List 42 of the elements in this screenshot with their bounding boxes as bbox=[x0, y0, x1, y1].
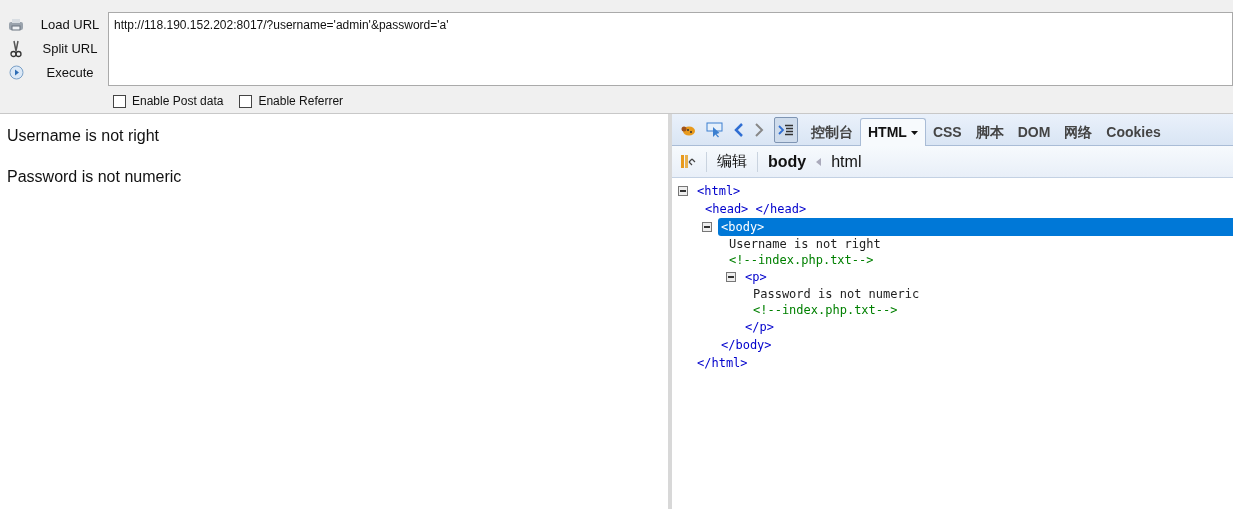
breadcrumb[interactable]: html bbox=[831, 149, 862, 174]
devtools-tab[interactable]: 脚本 bbox=[968, 119, 1011, 145]
collapse-icon[interactable] bbox=[702, 222, 712, 232]
html-closing-tag: </body> bbox=[718, 338, 775, 352]
devtools-tab[interactable]: DOM bbox=[1010, 119, 1058, 145]
action-button[interactable]: Load URL bbox=[8, 14, 108, 35]
html-tag[interactable]: <html> bbox=[694, 182, 744, 200]
page-text: Username is not right bbox=[7, 126, 161, 146]
edit-button[interactable]: 编辑 bbox=[717, 150, 747, 173]
bracket-icon[interactable] bbox=[680, 153, 696, 170]
checkbox-label: Enable Referrer bbox=[258, 93, 344, 110]
action-button[interactable]: Split URL bbox=[8, 38, 108, 59]
collapse-icon[interactable] bbox=[678, 186, 688, 196]
devtools-tab[interactable]: 控制台 bbox=[804, 119, 860, 145]
inspect-icon[interactable] bbox=[706, 122, 724, 138]
printer-icon bbox=[8, 17, 24, 32]
checkbox[interactable] bbox=[239, 94, 253, 108]
devtools-tab[interactable]: CSS bbox=[925, 119, 969, 145]
back-icon[interactable] bbox=[734, 123, 744, 137]
breadcrumb[interactable]: body bbox=[768, 149, 807, 174]
comment-text: <!--index.php.txt--> bbox=[752, 303, 899, 317]
text-content: Username is not right bbox=[728, 237, 882, 251]
action-button[interactable]: Execute bbox=[8, 62, 108, 83]
checkbox[interactable] bbox=[113, 94, 126, 108]
play-icon bbox=[8, 65, 24, 80]
html-tag[interactable]: <p> bbox=[742, 268, 770, 286]
html-closing-tag: </p> bbox=[742, 320, 777, 334]
html-closing-tag: </html> bbox=[694, 356, 751, 370]
scissors-icon bbox=[10, 39, 22, 58]
devtools-tab[interactable]: 网络 bbox=[1057, 119, 1100, 145]
url-field[interactable]: http://118.190.152.202:8017/?username='admin'&password='a' bbox=[108, 12, 1233, 86]
devtools-tab[interactable]: HTML bbox=[860, 118, 926, 146]
forward-icon[interactable] bbox=[754, 123, 764, 137]
comment-text: <!--index.php.txt--> bbox=[728, 253, 875, 267]
page-text: Password is not numeric bbox=[7, 167, 183, 187]
html-tag[interactable]: <head> </head> bbox=[702, 202, 810, 216]
checkbox-label: Enable Post data bbox=[132, 93, 224, 110]
devtools-tab[interactable]: Cookies bbox=[1099, 119, 1168, 145]
text-content: Password is not numeric bbox=[752, 287, 921, 301]
collapse-icon[interactable] bbox=[726, 272, 736, 282]
chevron-icon bbox=[816, 157, 822, 166]
html-tag[interactable]: <body> bbox=[718, 218, 1233, 236]
